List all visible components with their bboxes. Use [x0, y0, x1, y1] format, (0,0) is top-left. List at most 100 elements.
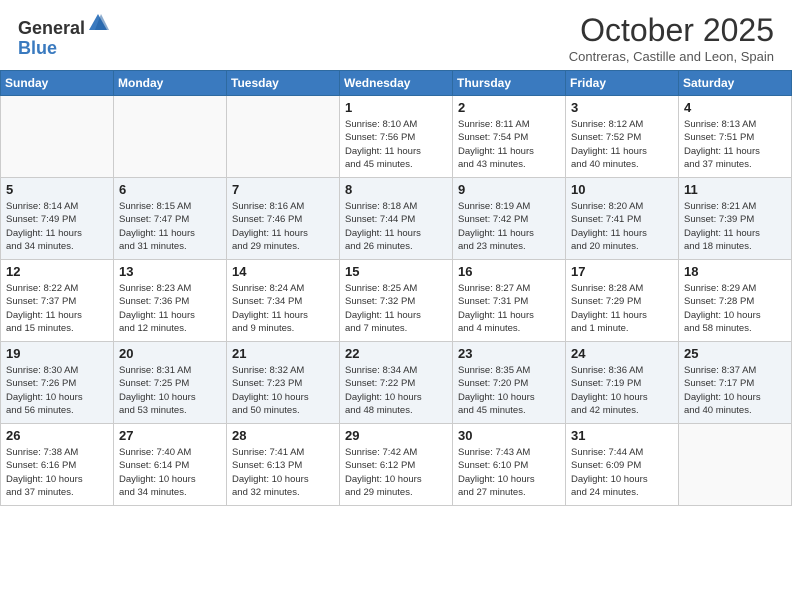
day-info: Sunrise: 8:10 AM Sunset: 7:56 PM Dayligh… — [345, 118, 447, 171]
calendar-cell: 6 Sunrise: 8:15 AM Sunset: 7:47 PM Daylig… — [114, 178, 227, 260]
calendar-cell: 28 Sunrise: 7:41 AM Sunset: 6:13 PM Dayli… — [227, 424, 340, 506]
day-number: 6 — [119, 182, 221, 197]
logo-icon — [87, 12, 109, 34]
day-info: Sunrise: 8:15 AM Sunset: 7:47 PM Dayligh… — [119, 200, 221, 253]
calendar-cell — [227, 96, 340, 178]
day-info: Sunrise: 8:12 AM Sunset: 7:52 PM Dayligh… — [571, 118, 673, 171]
day-info: Sunrise: 7:41 AM Sunset: 6:13 PM Dayligh… — [232, 446, 334, 499]
calendar-cell: 25 Sunrise: 8:37 AM Sunset: 7:17 PM Dayli… — [679, 342, 792, 424]
day-header-monday: Monday — [114, 71, 227, 96]
calendar-cell: 30 Sunrise: 7:43 AM Sunset: 6:10 PM Dayli… — [453, 424, 566, 506]
day-number: 12 — [6, 264, 108, 279]
calendar-cell: 15Sunrise: 8:25 AM Sunset: 7:32 PM Dayli… — [340, 260, 453, 342]
calendar-cell: 20 Sunrise: 8:31 AM Sunset: 7:25 PM Dayli… — [114, 342, 227, 424]
day-number: 17 — [571, 264, 673, 279]
page-header: General Blue October 2025 Contreras, Cas… — [0, 0, 792, 70]
day-info: Sunrise: 8:14 AM Sunset: 7:49 PM Dayligh… — [6, 200, 108, 253]
day-info: Sunrise: 8:35 AM Sunset: 7:20 PM Dayligh… — [458, 364, 560, 417]
calendar-cell: 23 Sunrise: 8:35 AM Sunset: 7:20 PM Dayli… — [453, 342, 566, 424]
day-info: Sunrise: 7:43 AM Sunset: 6:10 PM Dayligh… — [458, 446, 560, 499]
day-number: 3 — [571, 100, 673, 115]
logo: General Blue — [18, 12, 109, 59]
calendar-cell: 1 Sunrise: 8:10 AM Sunset: 7:56 PM Daylig… — [340, 96, 453, 178]
calendar-cell: 5 Sunrise: 8:14 AM Sunset: 7:49 PM Daylig… — [1, 178, 114, 260]
day-number: 8 — [345, 182, 447, 197]
calendar-cell: 13 Sunrise: 8:23 AM Sunset: 7:36 PM Dayli… — [114, 260, 227, 342]
calendar-cell: 27 Sunrise: 7:40 AM Sunset: 6:14 PM Dayli… — [114, 424, 227, 506]
day-number: 27 — [119, 428, 221, 443]
day-header-tuesday: Tuesday — [227, 71, 340, 96]
calendar-table: SundayMondayTuesdayWednesdayThursdayFrid… — [0, 70, 792, 506]
calendar-cell: 16Sunrise: 8:27 AM Sunset: 7:31 PM Dayli… — [453, 260, 566, 342]
day-number: 2 — [458, 100, 560, 115]
day-info: Sunrise: 8:34 AM Sunset: 7:22 PM Dayligh… — [345, 364, 447, 417]
day-header-saturday: Saturday — [679, 71, 792, 96]
day-number: 4 — [684, 100, 786, 115]
day-info: Sunrise: 8:31 AM Sunset: 7:25 PM Dayligh… — [119, 364, 221, 417]
day-info: Sunrise: 8:21 AM Sunset: 7:39 PM Dayligh… — [684, 200, 786, 253]
calendar-cell: 31 Sunrise: 7:44 AM Sunset: 6:09 PM Dayli… — [566, 424, 679, 506]
day-info: Sunrise: 8:37 AM Sunset: 7:17 PM Dayligh… — [684, 364, 786, 417]
calendar-cell: 8 Sunrise: 8:18 AM Sunset: 7:44 PM Daylig… — [340, 178, 453, 260]
day-number: 25 — [684, 346, 786, 361]
day-number: 21 — [232, 346, 334, 361]
day-info: Sunrise: 8:36 AM Sunset: 7:19 PM Dayligh… — [571, 364, 673, 417]
day-number: 1 — [345, 100, 447, 115]
calendar-cell: 7 Sunrise: 8:16 AM Sunset: 7:46 PM Daylig… — [227, 178, 340, 260]
day-number: 11 — [684, 182, 786, 197]
day-number: 5 — [6, 182, 108, 197]
month-title: October 2025 — [569, 12, 774, 49]
day-number: 15 — [345, 264, 447, 279]
day-info: Sunrise: 7:44 AM Sunset: 6:09 PM Dayligh… — [571, 446, 673, 499]
logo-general-text: General — [18, 18, 85, 38]
day-number: 31 — [571, 428, 673, 443]
day-info: Sunrise: 7:38 AM Sunset: 6:16 PM Dayligh… — [6, 446, 108, 499]
calendar-cell: 21Sunrise: 8:32 AM Sunset: 7:23 PM Dayli… — [227, 342, 340, 424]
day-number: 14 — [232, 264, 334, 279]
day-info: Sunrise: 8:18 AM Sunset: 7:44 PM Dayligh… — [345, 200, 447, 253]
day-number: 7 — [232, 182, 334, 197]
calendar-week-row: 26 Sunrise: 7:38 AM Sunset: 6:16 PM Dayli… — [1, 424, 792, 506]
day-header-thursday: Thursday — [453, 71, 566, 96]
day-number: 19 — [6, 346, 108, 361]
day-info: Sunrise: 8:23 AM Sunset: 7:36 PM Dayligh… — [119, 282, 221, 335]
calendar-cell: 18Sunrise: 8:29 AM Sunset: 7:28 PM Dayli… — [679, 260, 792, 342]
day-number: 28 — [232, 428, 334, 443]
calendar-header-row: SundayMondayTuesdayWednesdayThursdayFrid… — [1, 71, 792, 96]
day-info: Sunrise: 8:30 AM Sunset: 7:26 PM Dayligh… — [6, 364, 108, 417]
calendar-week-row: 1 Sunrise: 8:10 AM Sunset: 7:56 PM Daylig… — [1, 96, 792, 178]
day-info: Sunrise: 7:42 AM Sunset: 6:12 PM Dayligh… — [345, 446, 447, 499]
day-info: Sunrise: 8:11 AM Sunset: 7:54 PM Dayligh… — [458, 118, 560, 171]
day-info: Sunrise: 7:40 AM Sunset: 6:14 PM Dayligh… — [119, 446, 221, 499]
day-number: 30 — [458, 428, 560, 443]
day-header-sunday: Sunday — [1, 71, 114, 96]
day-number: 9 — [458, 182, 560, 197]
day-number: 26 — [6, 428, 108, 443]
day-header-friday: Friday — [566, 71, 679, 96]
day-number: 29 — [345, 428, 447, 443]
calendar-cell: 26 Sunrise: 7:38 AM Sunset: 6:16 PM Dayli… — [1, 424, 114, 506]
calendar-cell: 11 Sunrise: 8:21 AM Sunset: 7:39 PM Dayli… — [679, 178, 792, 260]
calendar-cell: 29 Sunrise: 7:42 AM Sunset: 6:12 PM Dayli… — [340, 424, 453, 506]
calendar-cell: 4 Sunrise: 8:13 AM Sunset: 7:51 PM Daylig… — [679, 96, 792, 178]
day-number: 10 — [571, 182, 673, 197]
day-info: Sunrise: 8:28 AM Sunset: 7:29 PM Dayligh… — [571, 282, 673, 335]
day-info: Sunrise: 8:13 AM Sunset: 7:51 PM Dayligh… — [684, 118, 786, 171]
day-number: 23 — [458, 346, 560, 361]
calendar-cell: 14 Sunrise: 8:24 AM Sunset: 7:34 PM Dayli… — [227, 260, 340, 342]
calendar-cell — [1, 96, 114, 178]
calendar-cell: 10Sunrise: 8:20 AM Sunset: 7:41 PM Dayli… — [566, 178, 679, 260]
day-number: 13 — [119, 264, 221, 279]
day-number: 24 — [571, 346, 673, 361]
calendar-cell: 17 Sunrise: 8:28 AM Sunset: 7:29 PM Dayli… — [566, 260, 679, 342]
day-number: 20 — [119, 346, 221, 361]
location: Contreras, Castille and Leon, Spain — [569, 49, 774, 64]
day-info: Sunrise: 8:16 AM Sunset: 7:46 PM Dayligh… — [232, 200, 334, 253]
calendar-cell: 19 Sunrise: 8:30 AM Sunset: 7:26 PM Dayli… — [1, 342, 114, 424]
day-info: Sunrise: 8:24 AM Sunset: 7:34 PM Dayligh… — [232, 282, 334, 335]
logo-blue-text: Blue — [18, 38, 57, 58]
title-block: October 2025 Contreras, Castille and Leo… — [569, 12, 774, 64]
calendar-week-row: 19 Sunrise: 8:30 AM Sunset: 7:26 PM Dayli… — [1, 342, 792, 424]
calendar-cell — [679, 424, 792, 506]
day-info: Sunrise: 8:19 AM Sunset: 7:42 PM Dayligh… — [458, 200, 560, 253]
